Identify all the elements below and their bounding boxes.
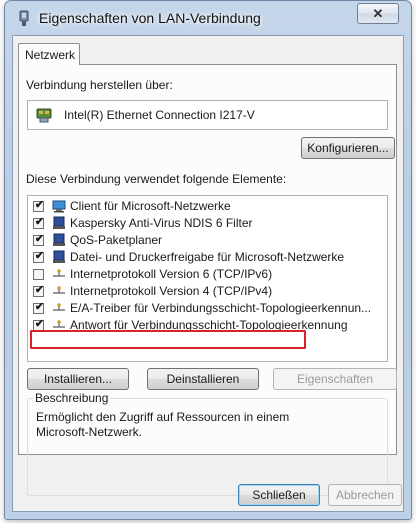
window-title: Eigenschaften von LAN-Verbindung [39,10,261,26]
item-label: E/A-Treiber für Verbindungsschicht-Topol… [70,301,372,315]
item-checkbox[interactable]: ✔ [33,301,44,314]
adapter-field: Intel(R) Ethernet Connection I217-V [27,100,388,130]
list-item[interactable]: ✔ E/A-Treiber für Verbindungsschicht-Top… [28,300,387,317]
item-checkbox-unchecked[interactable] [33,269,44,280]
item-checkbox[interactable]: ✔ [33,250,44,263]
network-adapter-icon [36,106,54,124]
dialog-client-area: Netzwerk Verbindung herstellen über: Int… [12,35,404,512]
item-label: Kaspersky Anti-Virus NDIS 6 Filter [70,216,253,230]
service-icon [52,216,66,230]
tab-panel-netzwerk: Verbindung herstellen über: Intel(R) Eth… [18,64,397,496]
service-icon [52,233,66,247]
tab-netzwerk[interactable]: Netzwerk [18,43,80,65]
protocol-icon [52,267,66,281]
service-icon [52,250,66,264]
protocol-icon [52,284,66,298]
configure-button[interactable]: Konfigurieren... [301,137,395,159]
adapter-name: Intel(R) Ethernet Connection I217-V [64,108,255,122]
network-client-icon [52,199,66,213]
item-label: Internetprotokoll Version 6 (TCP/IPv6) [70,267,273,281]
description-group: Beschreibung Ermöglicht den Zugriff auf … [27,391,388,496]
close-icon: ✕ [372,5,384,21]
item-label: Client für Microsoft-Netzwerke [70,199,231,213]
components-label: Diese Verbindung verwendet folgende Elem… [26,172,287,186]
properties-button[interactable]: Eigenschaften [273,368,397,390]
list-item[interactable]: ✔ Client für Microsoft-Netzwerke [28,198,387,215]
install-button[interactable]: Installieren... [27,368,129,390]
protocol-icon [52,301,66,315]
properties-window: Eigenschaften von LAN-Verbindung ✕ Netzw… [4,0,412,520]
close-dialog-button[interactable]: Schließen [238,484,320,506]
highlight-box [30,330,306,349]
list-item[interactable]: ✔ Datei- und Druckerfreigabe für Microso… [28,249,387,266]
list-item[interactable]: Internetprotokoll Version 6 (TCP/IPv6) [28,266,387,283]
list-item-ipv4[interactable]: ✔ Internetprotokoll Version 4 (TCP/IPv4) [28,283,387,300]
close-window-button[interactable]: ✕ [357,3,399,24]
uninstall-button[interactable]: Deinstallieren [147,368,259,390]
item-label: Datei- und Druckerfreigabe für Microsoft… [70,250,345,264]
components-list[interactable]: ✔ Client für Microsoft-Netzwerke ✔ Kaspe… [27,195,388,362]
connect-using-label: Verbindung herstellen über: [26,78,173,92]
description-legend: Beschreibung [33,391,111,405]
item-checkbox[interactable]: ✔ [33,233,44,246]
title-bar[interactable]: Eigenschaften von LAN-Verbindung ✕ [5,1,411,35]
item-label: Internetprotokoll Version 4 (TCP/IPv4) [70,284,273,298]
item-checkbox[interactable]: ✔ [33,216,44,229]
item-checkbox[interactable]: ✔ [33,284,44,297]
list-item[interactable]: ✔ Kaspersky Anti-Virus NDIS 6 Filter [28,215,387,232]
item-label: QoS-Paketplaner [70,233,163,247]
item-checkbox[interactable]: ✔ [33,199,44,212]
list-item[interactable]: ✔ QoS-Paketplaner [28,232,387,249]
description-text: Ermöglicht den Zugriff auf Ressourcen in… [36,410,290,439]
network-adapter-icon [17,10,31,27]
cancel-button[interactable]: Abbrechen [328,484,402,506]
